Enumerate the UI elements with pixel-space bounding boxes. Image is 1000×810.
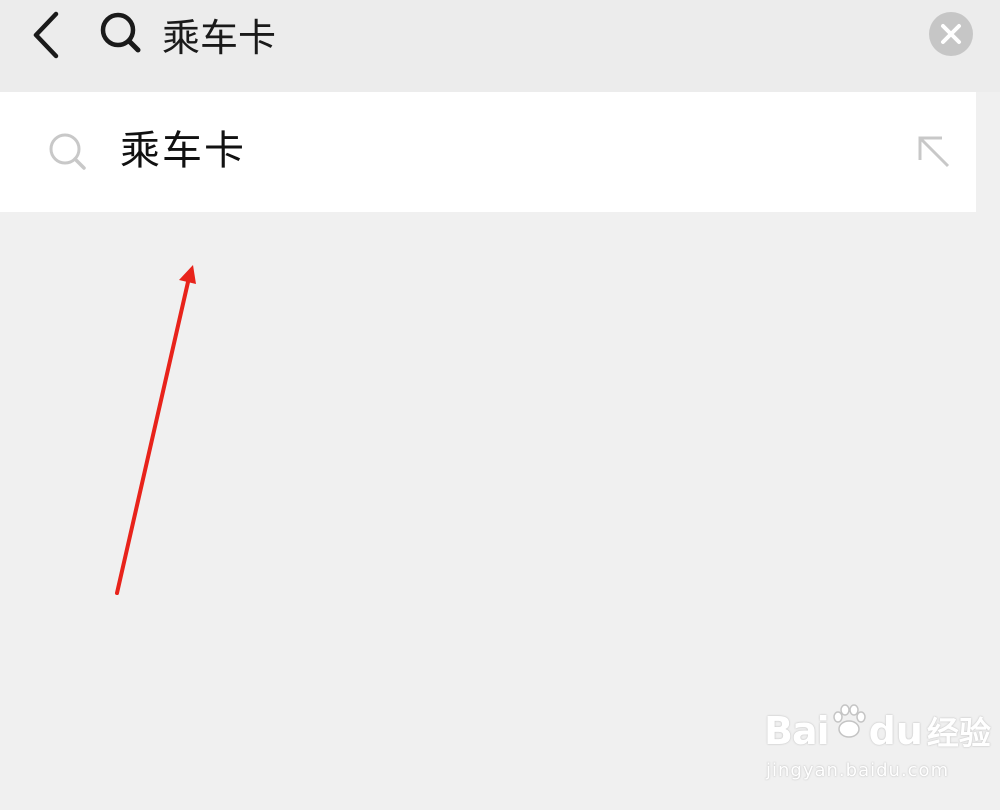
baidu-jingyan-watermark: Bai du 经验 jingyan.baidu.com: [764, 700, 991, 792]
watermark-logo-left: Bai: [764, 709, 830, 753]
clear-search-button[interactable]: [929, 12, 973, 56]
watermark-logo: Bai du 经验: [764, 704, 991, 756]
search-header: [0, 0, 1000, 92]
watermark-url: jingyan.baidu.com: [766, 760, 950, 781]
arrow-up-left-icon: [918, 136, 950, 168]
annotation-arrow-shaft: [115, 280, 190, 595]
search-icon: [49, 133, 86, 170]
close-icon: [941, 24, 961, 44]
back-button[interactable]: [22, 8, 72, 62]
search-icon: [100, 12, 141, 53]
suggestion-label: 乘车卡: [120, 128, 246, 174]
paw-icon: [832, 704, 866, 738]
chevron-left-icon: [33, 11, 59, 59]
watermark-product: 经验: [926, 714, 991, 752]
fill-query-button[interactable]: [914, 132, 954, 172]
search-suggestion-item[interactable]: 乘车卡: [0, 92, 976, 212]
search-input[interactable]: [162, 6, 902, 62]
annotation-arrow-head: [179, 265, 196, 284]
watermark-logo-right: du: [868, 709, 923, 753]
